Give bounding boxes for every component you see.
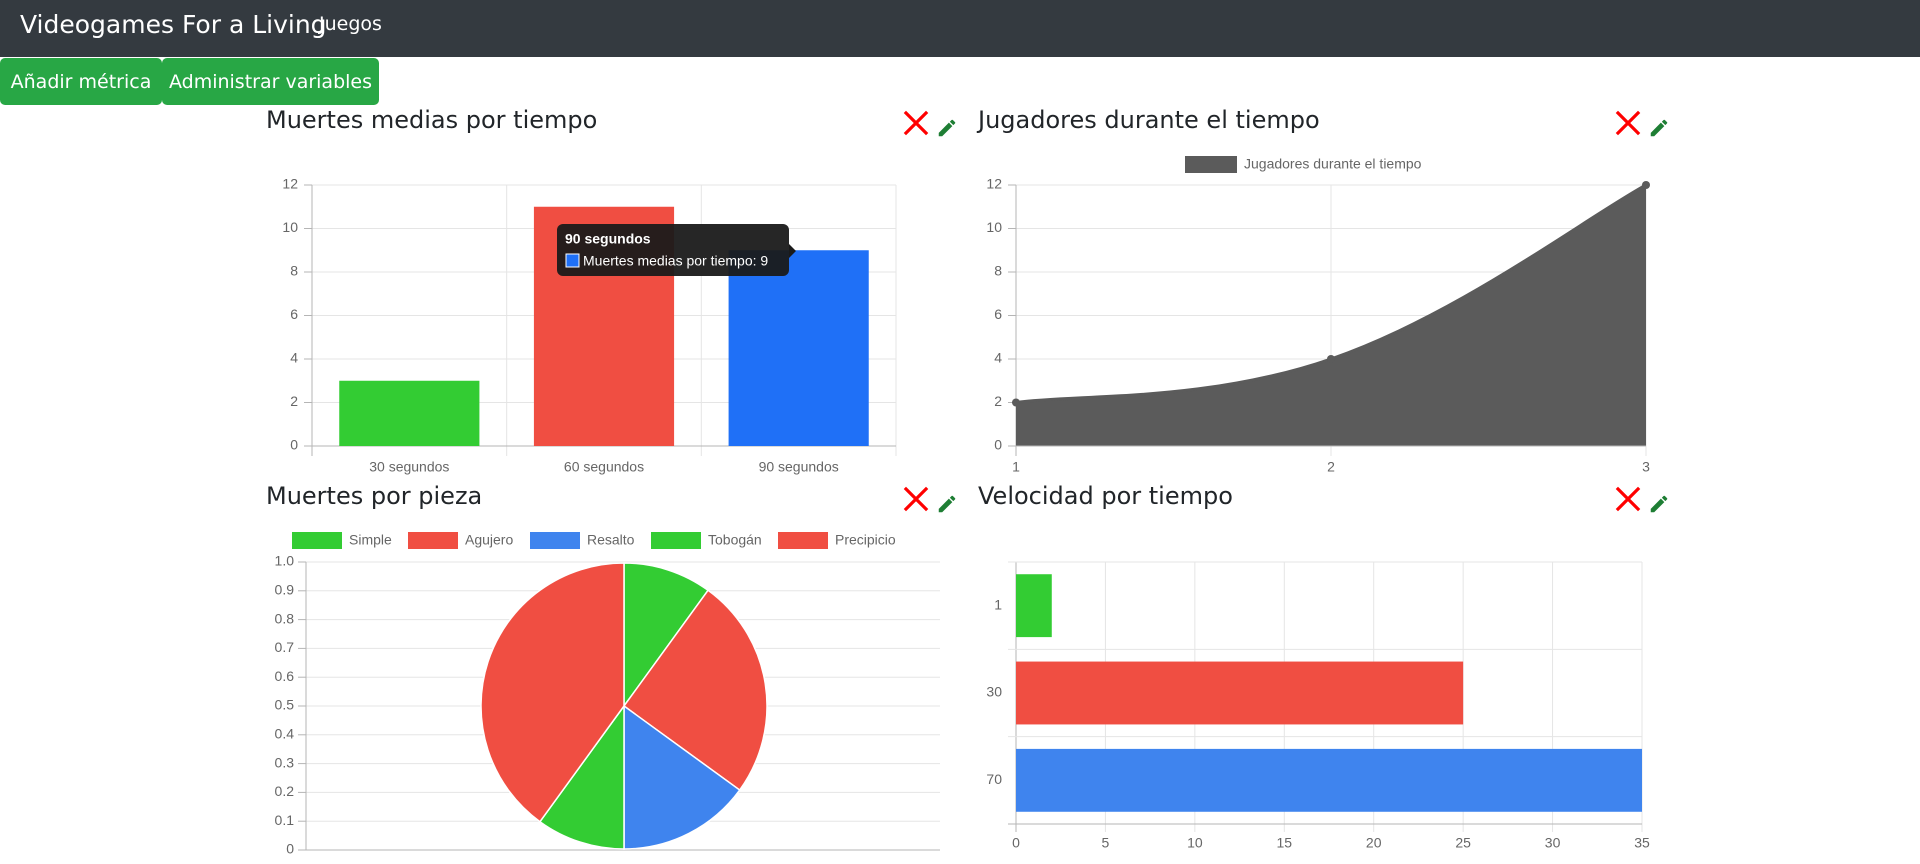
chart3-legend-swatch	[778, 532, 828, 549]
chart1-y-tick-label: 8	[290, 263, 298, 279]
chart2-point	[1642, 181, 1650, 189]
chart2-y-tick-label: 6	[994, 306, 1002, 322]
chart3-legend-swatch	[408, 532, 458, 549]
chart3-legend-label: Tobogán	[708, 532, 762, 548]
chart1-y-tick-label: 12	[282, 176, 298, 192]
chart2-y-tick-label: 8	[994, 263, 1002, 279]
chart1-y-tick-label: 4	[290, 350, 298, 366]
chart3-y-tick-label: 0	[286, 841, 294, 857]
chart4-y-tick-label: 1	[994, 596, 1002, 612]
chart2-x-tick-label: 1	[1012, 459, 1020, 475]
chart2-y-tick-label: 0	[994, 437, 1002, 453]
chart1-tooltip-swatch	[565, 253, 580, 268]
chart2-legend-swatch	[1185, 156, 1237, 173]
chart1-tooltip-title: 90 segundos	[565, 231, 651, 247]
chart1-x-tick-label: 30 segundos	[369, 459, 449, 475]
chart2-y-tick-label: 2	[994, 393, 1002, 409]
chart1-x-tick-label: 60 segundos	[564, 459, 644, 475]
chart2-x-tick-label: 3	[1642, 459, 1650, 475]
chart3-legend-label: Simple	[349, 532, 392, 548]
chart4-bar	[1016, 661, 1464, 725]
chart1-y-tick-label: 6	[290, 306, 298, 322]
chart4-x-tick-label: 0	[1012, 835, 1020, 851]
chart3-y-tick-label: 0.2	[275, 783, 295, 799]
chart3-legend-label: Precipicio	[835, 532, 896, 548]
chart3-y-tick-label: 0.8	[275, 610, 295, 626]
chart1-bar	[339, 380, 480, 446]
chart2-point	[1327, 355, 1335, 363]
chart3-legend-label: Resalto	[587, 532, 635, 548]
chart2-legend-label: Jugadores durante el tiempo	[1244, 156, 1422, 172]
chart3-legend-label: Agujero	[465, 532, 513, 548]
chart1-y-tick-label: 2	[290, 393, 298, 409]
chart4-y-tick-label: 30	[986, 684, 1002, 700]
chart2-y-tick-label: 12	[986, 176, 1002, 192]
chart2-x-tick-label: 2	[1327, 459, 1335, 475]
chart3-legend-swatch	[530, 532, 580, 549]
chart1-bar	[728, 250, 869, 446]
chart3-legend-swatch	[651, 532, 701, 549]
chart4-x-tick-label: 10	[1187, 835, 1203, 851]
chart4-bar	[1016, 574, 1052, 638]
chart1-y-tick-label: 0	[290, 437, 298, 453]
chart2-y-tick-label: 10	[986, 219, 1002, 235]
chart3-y-tick-label: 0.4	[275, 726, 295, 742]
chart4-x-tick-label: 5	[1102, 835, 1110, 851]
chart3-y-tick-label: 0.7	[275, 639, 295, 655]
chart2-point	[1012, 398, 1020, 407]
chart3-y-tick-label: 0.6	[275, 668, 295, 684]
chart3-legend-swatch	[292, 532, 342, 549]
chart3-y-tick-label: 1.0	[275, 553, 295, 569]
chart4-x-tick-label: 35	[1634, 835, 1650, 851]
chart3-y-tick-label: 0.1	[275, 812, 295, 828]
chart3-y-tick-label: 0.9	[275, 582, 295, 598]
chart1-x-tick-label: 90 segundos	[759, 459, 839, 475]
chart4-bar	[1016, 748, 1642, 812]
chart-deaths-by-time[interactable]: 02468101230 segundos 60 segundos 90 segund…	[0, 0, 1920, 864]
chart3-y-tick-label: 0.3	[275, 754, 295, 770]
chart4-x-tick-label: 15	[1276, 835, 1292, 851]
chart4-x-tick-label: 30	[1545, 835, 1561, 851]
chart2-y-tick-label: 4	[994, 350, 1002, 366]
chart4-y-tick-label: 70	[986, 771, 1002, 787]
chart4-x-tick-label: 20	[1366, 835, 1382, 851]
chart4-x-tick-label: 25	[1455, 835, 1471, 851]
chart3-y-tick-label: 0.5	[275, 697, 295, 713]
chart1-y-tick-label: 10	[282, 219, 298, 235]
chart1-tooltip-label: Muertes medias por tiempo: 9	[583, 253, 768, 269]
